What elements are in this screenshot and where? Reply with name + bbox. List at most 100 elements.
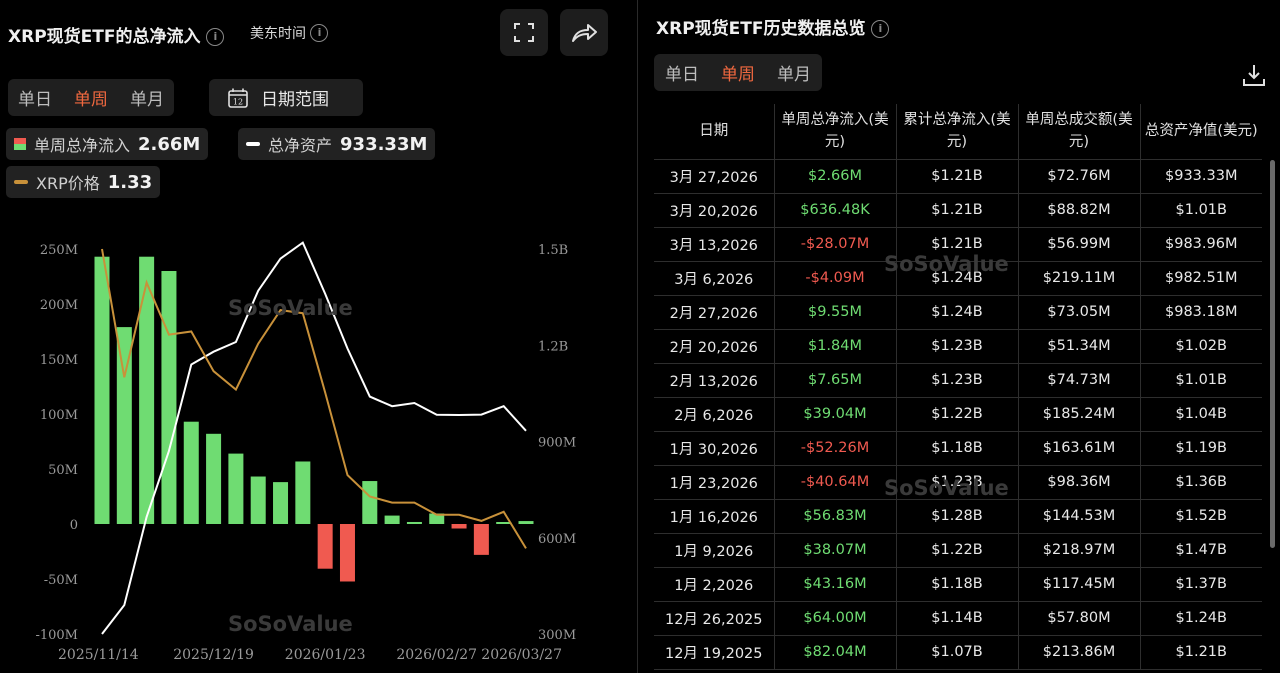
cell-volume: $51.34M [1017,328,1141,364]
tab-monthly[interactable]: 单月 [777,60,811,85]
flow-bar [339,524,355,582]
table-row[interactable]: 1月 30,2026 -$52.26M $1.18B $163.61M $1.19B [654,430,1262,466]
table-row[interactable]: 3月 6,2026 -$4.09M $1.24B $219.11M $982.51M [654,260,1262,296]
col-header-weekly-flow[interactable]: 单周总净流入(美元) [773,104,897,160]
table-row[interactable]: 12月 19,2025 $82.04M $1.07B $213.86M $1.21B [654,634,1262,670]
cell-date: 3月 6,2026 [654,260,775,296]
cell-cumulative-flow: $1.18B [895,566,1019,602]
col-header-nav[interactable]: 总资产净值(美元) [1139,104,1262,160]
cell-volume: $56.99M [1017,226,1141,262]
y-left-tick-label: -100M [35,628,78,643]
table-row[interactable]: 3月 27,2026 $2.66M $1.21B $72.76M $933.33M [654,158,1262,194]
table-row[interactable]: 1月 16,2026 $56.83M $1.28B $144.53M $1.52B [654,498,1262,534]
download-icon[interactable] [1241,62,1267,88]
cell-weekly-flow: $38.07M [773,532,897,568]
cell-date: 12月 26,2025 [654,600,775,636]
cell-weekly-flow: $2.66M [773,158,897,194]
flow-bar [518,521,534,524]
cell-date: 1月 16,2026 [654,498,775,534]
table-row[interactable]: 1月 2,2026 $43.16M $1.18B $117.45M $1.37B [654,566,1262,602]
cell-weekly-flow: $636.48K [773,192,897,228]
cell-cumulative-flow: $1.28B [895,498,1019,534]
cell-nav: $1.19B [1139,430,1262,466]
y-left-tick-label: -50M [44,573,78,588]
history-panel: XRP现货ETF历史数据总览 i 单日 单周 单月 日期 单周总净流入(美元) … [637,0,1280,673]
cell-nav: $983.18M [1139,294,1262,330]
flow-bar [473,524,489,555]
flow-bar [161,271,177,524]
flow-chart: 250M 200M 150M 100M 50M 0 -50M -100M 1.5B 1.2B 900… [35,241,576,663]
y-left-tick-label: 250M [40,243,78,258]
cell-nav: $1.52B [1139,498,1262,534]
cell-nav: $1.01B [1139,192,1262,228]
cell-date: 1月 23,2026 [654,464,775,500]
cell-nav: $1.21B [1139,634,1262,670]
flow-bar [273,482,289,524]
flow-bar [228,453,244,524]
table-row[interactable]: 2月 27,2026 $9.55M $1.24B $73.05M $983.18M [654,294,1262,330]
cell-volume: $213.86M [1017,634,1141,670]
tab-daily[interactable]: 单日 [665,60,699,85]
table-row[interactable]: 2月 13,2026 $7.65M $1.23B $74.73M $1.01B [654,362,1262,398]
y-right-tick-label: 1.5B [538,243,568,258]
chart-panel: XRP现货ETF的总净流入 i 美东时间 i 单日 单周 单月 12 日期范围 [0,0,636,673]
flow-bar [295,461,311,524]
y-right-tick-label: 900M [538,436,576,451]
cell-weekly-flow: $43.16M [773,566,897,602]
table-row[interactable]: 2月 20,2026 $1.84M $1.23B $51.34M $1.02B [654,328,1262,364]
cell-date: 1月 9,2026 [654,532,775,568]
cell-date: 2月 27,2026 [654,294,775,330]
cell-cumulative-flow: $1.22B [895,396,1019,432]
table-row[interactable]: 3月 20,2026 $636.48K $1.21B $88.82M $1.01B [654,192,1262,228]
flow-bar [183,421,199,524]
cell-date: 3月 20,2026 [654,192,775,228]
cell-cumulative-flow: $1.23B [895,362,1019,398]
cell-cumulative-flow: $1.23B [895,464,1019,500]
cell-volume: $88.82M [1017,192,1141,228]
y-left-tick-label: 0 [70,518,78,533]
cell-nav: $1.02B [1139,328,1262,364]
table-row[interactable]: 1月 23,2026 -$40.64M $1.23B $98.36M $1.36B [654,464,1262,500]
y-left-tick-label: 150M [40,353,78,368]
cell-weekly-flow: $64.00M [773,600,897,636]
cell-cumulative-flow: $1.21B [895,226,1019,262]
cell-weekly-flow: $82.04M [773,634,897,670]
cell-weekly-flow: -$52.26M [773,430,897,466]
cell-date: 1月 2,2026 [654,566,775,602]
cell-weekly-flow: -$28.07M [773,226,897,262]
cell-date: 1月 30,2026 [654,430,775,466]
cell-volume: $57.80M [1017,600,1141,636]
cell-cumulative-flow: $1.21B [895,158,1019,194]
cell-nav: $1.47B [1139,532,1262,568]
flow-bar [250,476,266,524]
col-header-cumulative-flow[interactable]: 累计总净流入(美元) [895,104,1019,160]
info-icon[interactable]: i [871,20,890,38]
table-row[interactable]: 2月 6,2026 $39.04M $1.22B $185.24M $1.04B [654,396,1262,432]
col-header-volume[interactable]: 单周总成交额(美元) [1017,104,1141,160]
col-header-date[interactable]: 日期 [654,104,775,160]
cell-volume: $74.73M [1017,362,1141,398]
cell-volume: $219.11M [1017,260,1141,296]
cell-nav: $933.33M [1139,158,1262,194]
flow-bar [94,256,110,524]
cell-nav: $1.01B [1139,362,1262,398]
flow-bar [206,433,222,524]
table-row[interactable]: 3月 13,2026 -$28.07M $1.21B $56.99M $983.96M [654,226,1262,262]
history-period-tabs: 单日 单周 单月 [654,54,822,91]
y-right-tick-label: 600M [538,532,576,547]
cell-date: 2月 13,2026 [654,362,775,398]
cell-nav: $982.51M [1139,260,1262,296]
x-tick-label: 2026/03/27 [481,647,562,663]
history-title: XRP现货ETF历史数据总览 i [656,14,890,39]
tab-weekly[interactable]: 单周 [721,60,755,85]
table-row[interactable]: 1月 9,2026 $38.07M $1.22B $218.97M $1.47B [654,532,1262,568]
cell-nav: $1.24B [1139,600,1262,636]
table-header-row: 日期 单周总净流入(美元) 累计总净流入(美元) 单周总成交额(美元) 总资产净… [654,104,1262,160]
cell-volume: $98.36M [1017,464,1141,500]
x-tick-label: 2026/01/23 [285,647,366,663]
table-row[interactable]: 12月 26,2025 $64.00M $1.14B $57.80M $1.24B [654,600,1262,636]
cell-date: 3月 27,2026 [654,158,775,194]
x-tick-label: 2025/11/14 [58,647,139,663]
flow-bar [406,521,422,524]
table-scrollbar[interactable] [1270,160,1275,548]
